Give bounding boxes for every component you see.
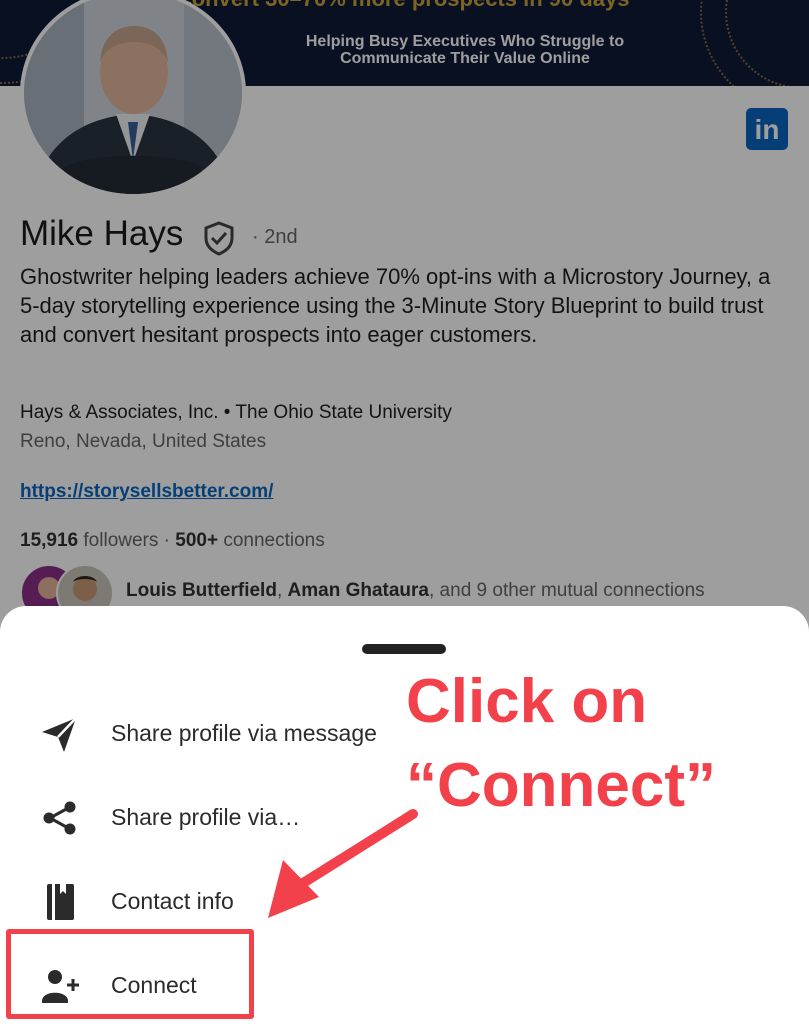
annotation-arrow-icon [268,809,418,918]
connect-highlight-box [6,929,254,1019]
